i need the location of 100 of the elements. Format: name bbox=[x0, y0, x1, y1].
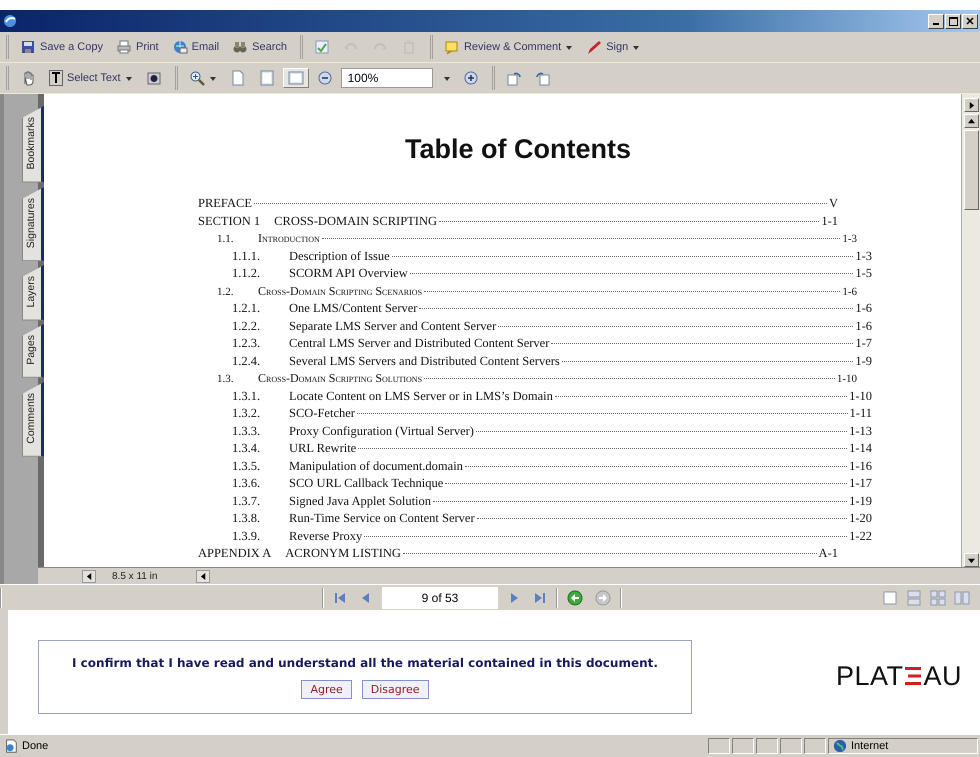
zoom-out-icon bbox=[316, 70, 333, 86]
scrollbar-thumb[interactable] bbox=[964, 130, 978, 210]
page-icon bbox=[4, 739, 18, 753]
printer-icon bbox=[116, 39, 132, 55]
confirm-button[interactable]: Agree bbox=[301, 680, 352, 698]
zoom-in-icon bbox=[462, 70, 479, 86]
toc-entry-link[interactable]: Cross-Domain Scripting Scenarios bbox=[258, 282, 422, 300]
zoom-field[interactable]: 100% bbox=[340, 68, 433, 88]
toc-entry-link[interactable]: Introduction bbox=[258, 230, 320, 248]
side-tab[interactable]: Pages bbox=[22, 324, 44, 378]
toc-number: 1.3.4. bbox=[232, 440, 262, 457]
toc-number: SECTION 1 bbox=[198, 212, 260, 230]
minimize-button[interactable] bbox=[928, 14, 944, 28]
status-pane bbox=[732, 738, 754, 754]
toolbar-button[interactable]: Email bbox=[166, 37, 224, 57]
status-pane bbox=[756, 738, 778, 754]
toc-entry-link[interactable]: ACRONYM LISTING bbox=[285, 545, 401, 562]
toc-entry-link[interactable]: Reverse Proxy bbox=[289, 528, 362, 545]
app-icon bbox=[2, 13, 18, 29]
toc-entry-link[interactable]: SCO URL Callback Technique bbox=[289, 475, 444, 492]
toc-entry-link[interactable]: SCORM API Overview bbox=[289, 265, 408, 282]
last-page-icon bbox=[533, 590, 547, 604]
page-number-field[interactable]: 9 of 53 bbox=[382, 586, 498, 608]
caret-icon bbox=[208, 74, 217, 82]
status-pane bbox=[804, 738, 826, 754]
toolbar-button[interactable]: Sign bbox=[581, 37, 646, 57]
toc-page-number: 1-1 bbox=[821, 212, 838, 230]
toc-number: 1.2.3. bbox=[232, 335, 262, 352]
maximize-button[interactable] bbox=[945, 14, 961, 28]
maximize-icon bbox=[948, 16, 958, 26]
pen-icon bbox=[586, 39, 602, 55]
toolbar-button[interactable]: Print bbox=[110, 37, 164, 57]
toc-entry-link[interactable]: Separate LMS Server and Content Server bbox=[289, 318, 496, 335]
toc-number: 1.3. bbox=[217, 372, 234, 387]
toc-page-number: 1-19 bbox=[849, 492, 872, 510]
scroll-left-button[interactable] bbox=[196, 570, 210, 582]
side-tab[interactable]: Bookmarks bbox=[22, 106, 44, 183]
toc-number: 1.1.1. bbox=[232, 248, 262, 264]
toolbar-button[interactable]: Review & Comment bbox=[438, 37, 578, 57]
camera-icon bbox=[146, 70, 162, 86]
scroll-up-button[interactable] bbox=[964, 114, 978, 128]
binoculars-icon bbox=[232, 39, 248, 55]
toc-entry-link[interactable]: Description of Issue bbox=[289, 248, 390, 265]
toc-entry-link[interactable]: Several LMS Servers and Distributed Content Servers bbox=[289, 352, 560, 370]
security-zone-text: Internet bbox=[851, 740, 888, 752]
status-pane bbox=[780, 738, 802, 754]
toc-entry-link[interactable]: Signed Java Applet Solution bbox=[289, 492, 432, 510]
toolbar-button[interactable]: Save a Copy bbox=[15, 37, 108, 57]
toc-number: 1.3.9. bbox=[232, 528, 262, 544]
toc-page-number: 1-11 bbox=[850, 405, 872, 422]
page-icon bbox=[230, 70, 246, 86]
globe-envelope-icon bbox=[172, 39, 188, 55]
toc-number: APPENDIX A bbox=[198, 545, 272, 562]
confirm-button[interactable]: Disagree bbox=[362, 680, 429, 698]
fit-width-icon bbox=[288, 70, 304, 86]
toc-number: 1.1. bbox=[217, 232, 234, 247]
side-tab[interactable]: Comments bbox=[22, 382, 44, 457]
toolbar-button[interactable]: Search bbox=[227, 37, 292, 57]
toc-entry-link[interactable]: One LMS/Content Server bbox=[289, 300, 418, 318]
scroll-arrow-icon bbox=[86, 572, 92, 580]
toc-entry-link[interactable]: SCO-Fetcher bbox=[289, 405, 355, 422]
toolbar-button[interactable]: Select Text bbox=[44, 68, 138, 88]
toc-entry-link[interactable]: Manipulation of document.domain bbox=[289, 458, 463, 475]
document-heading: Table of Contents bbox=[404, 134, 632, 165]
page-layout-icon[interactable] bbox=[954, 590, 970, 606]
toc-entry-link[interactable]: Cross-Domain Scripting Solutions bbox=[258, 370, 422, 388]
close-button[interactable] bbox=[962, 14, 978, 28]
scroll-left-button[interactable] bbox=[82, 570, 96, 582]
toc-number: 1.3.3. bbox=[232, 422, 262, 440]
toc-page-number: 1-14 bbox=[849, 440, 872, 457]
page-layout-icon[interactable] bbox=[882, 590, 898, 606]
toc-page-number: 1-6 bbox=[855, 300, 872, 317]
caret-icon bbox=[124, 74, 133, 82]
toc-entry-link[interactable]: Central LMS Server and Distributed Content Server bbox=[289, 335, 550, 352]
toc-number: 1.3.6. bbox=[232, 475, 262, 492]
toc-page-number: 1-13 bbox=[849, 422, 872, 440]
toc-entry-link[interactable]: PREFACE bbox=[198, 195, 252, 212]
scroll-down-button[interactable] bbox=[964, 553, 978, 567]
panel-toggle-button[interactable] bbox=[964, 98, 978, 112]
text-cursor-icon bbox=[49, 70, 63, 86]
toc-entry-link[interactable]: Run-Time Service on Content Server bbox=[289, 510, 475, 528]
toc-page-number: 1-17 bbox=[849, 475, 872, 492]
side-tab[interactable]: Layers bbox=[22, 264, 44, 320]
side-tab[interactable]: Signatures bbox=[22, 186, 44, 261]
toc-page-number: 1-10 bbox=[836, 372, 857, 387]
toc-page-number: A-1 bbox=[818, 545, 838, 562]
fit-page-icon bbox=[258, 70, 275, 86]
checkmark-document-icon bbox=[314, 39, 330, 55]
toc-page-number: 1-7 bbox=[855, 335, 872, 352]
zoom-icon bbox=[188, 70, 205, 86]
page-layout-icon[interactable] bbox=[906, 590, 922, 606]
toc-entry-link[interactable]: Locate Content on LMS Server or in LMS’s Domain bbox=[289, 388, 553, 405]
note-icon bbox=[444, 39, 460, 55]
page-layout-icon[interactable] bbox=[930, 590, 946, 606]
toc-entry-link[interactable]: Proxy Configuration (Virtual Server) bbox=[289, 422, 474, 440]
toc-entry-link[interactable]: CROSS-DOMAIN SCRIPTING bbox=[274, 212, 438, 230]
toc-number: 1.2. bbox=[217, 284, 234, 300]
toc-number: 1.2.1. bbox=[232, 300, 262, 317]
toc-entry-link[interactable]: URL Rewrite bbox=[289, 440, 356, 458]
close-icon bbox=[966, 17, 974, 25]
